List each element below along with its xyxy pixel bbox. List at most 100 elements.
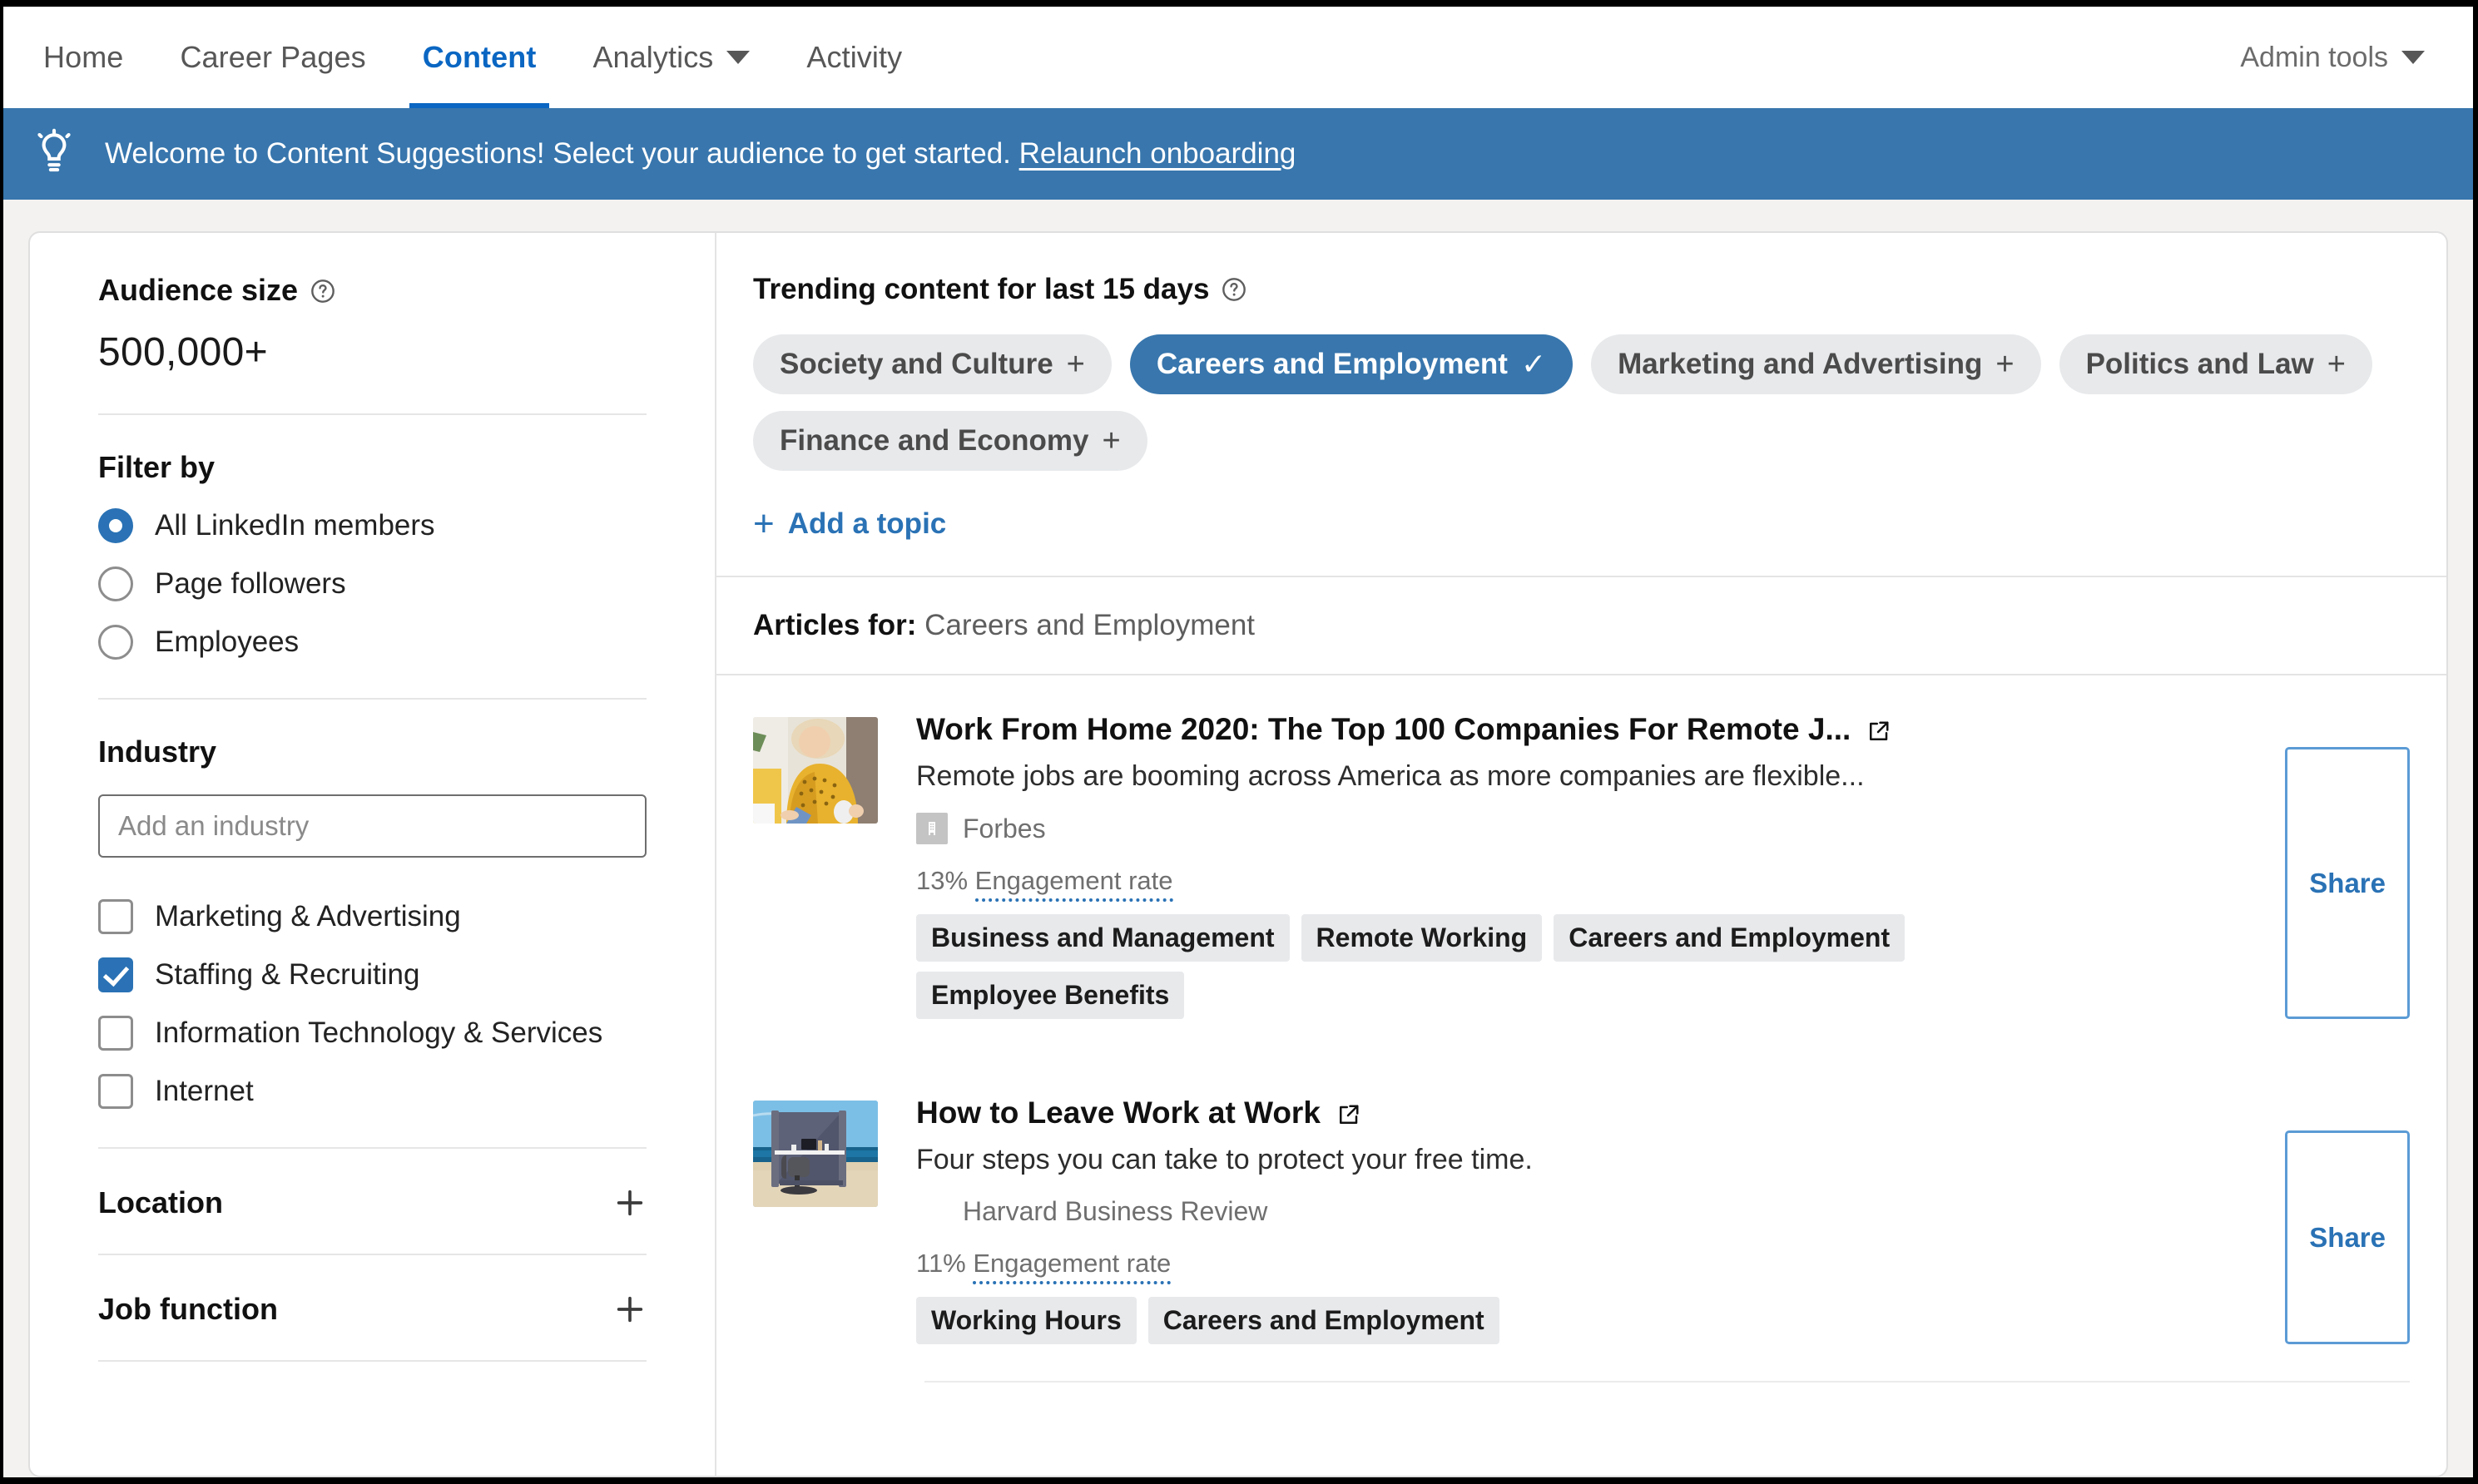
section-label: Job function	[98, 1292, 278, 1326]
plus-icon: +	[2327, 347, 2346, 382]
radio-all-linkedin-members[interactable]: All LinkedIn members	[98, 508, 647, 543]
article-title-text: How to Leave Work at Work	[916, 1096, 1321, 1130]
help-icon[interactable]	[310, 277, 336, 304]
plus-icon	[613, 1293, 647, 1326]
article-tag[interactable]: Working Hours	[916, 1297, 1137, 1344]
chevron-down-icon	[726, 51, 751, 64]
article-thumbnail-beach-office[interactable]	[753, 1101, 878, 1207]
nav-item-home[interactable]: Home	[43, 7, 151, 108]
trending-content-header: Trending content for last 15 days	[753, 273, 2401, 306]
topic-chip-society-and-culture[interactable]: Society and Culture +	[753, 334, 1112, 394]
plus-icon	[613, 1186, 647, 1219]
article-list: Work From Home 2020: The Top 100 Compani…	[716, 675, 2446, 1476]
topic-chip-careers-and-employment[interactable]: Careers and Employment ✓	[1129, 334, 1574, 394]
sidebar-divider	[98, 413, 647, 415]
article-body: Work From Home 2020: The Top 100 Compani…	[878, 712, 2202, 1019]
plus-icon: +	[1066, 347, 1085, 382]
radio-page-followers[interactable]: Page followers	[98, 566, 647, 601]
checkbox-information-technology-services[interactable]: Information Technology & Services	[98, 1016, 647, 1051]
publisher-logo-icon	[916, 813, 948, 844]
topic-chip-label: Careers and Employment	[1156, 348, 1508, 380]
sidebar-divider	[98, 698, 647, 700]
engagement-rate: 13% Engagement rate	[916, 866, 1173, 902]
publisher-name: Harvard Business Review	[963, 1196, 1268, 1226]
page-body: Audience size 500,000+ Filter by All Lin…	[3, 200, 2473, 1477]
help-icon[interactable]	[1221, 276, 1247, 303]
sidebar-section-location[interactable]: Location	[98, 1149, 647, 1254]
nav-item-career-pages[interactable]: Career Pages	[151, 7, 394, 108]
engagement-rate-value: 13%	[916, 866, 969, 895]
topic-chip-politics-and-law[interactable]: Politics and Law +	[2059, 334, 2372, 394]
article-body: How to Leave Work at Work Four steps you…	[878, 1096, 2202, 1344]
topic-chip-label: Society and Culture	[780, 348, 1053, 380]
article-title[interactable]: Work From Home 2020: The Top 100 Compani…	[916, 712, 2202, 747]
admin-tools-label: Admin tools	[2240, 41, 2388, 73]
onboarding-banner: Welcome to Content Suggestions! Select y…	[3, 108, 2473, 200]
radio-employees[interactable]: Employees	[98, 625, 647, 660]
engagement-rate-value: 11%	[916, 1249, 966, 1278]
checkbox-icon-checked	[98, 957, 133, 992]
filters-sidebar: Audience size 500,000+ Filter by All Lin…	[30, 233, 716, 1476]
nav-item-label: Activity	[806, 40, 903, 74]
article-tag-list: Business and Management Remote Working C…	[916, 914, 2081, 1019]
industry-search-input[interactable]	[98, 794, 647, 858]
topic-chip-marketing-and-advertising[interactable]: Marketing and Advertising +	[1591, 334, 2041, 394]
article-thumbnail-woman-laptop[interactable]	[753, 717, 878, 824]
checkbox-label: Staffing & Recruiting	[155, 958, 420, 991]
radio-icon-selected	[98, 508, 133, 543]
relaunch-onboarding-link[interactable]: Relaunch onboarding	[1019, 137, 1296, 170]
checkbox-internet[interactable]: Internet	[98, 1074, 647, 1109]
article-tag[interactable]: Employee Benefits	[916, 972, 1185, 1019]
top-navigation-bar: Home Career Pages Content Analytics Acti…	[3, 7, 2473, 108]
content-suggestions-card: Audience size 500,000+ Filter by All Lin…	[28, 231, 2448, 1477]
share-button[interactable]: Share	[2285, 747, 2410, 1019]
share-column: Share	[2202, 1096, 2410, 1344]
article-tag-list: Working Hours Careers and Employment	[916, 1297, 2081, 1344]
article-row: Work From Home 2020: The Top 100 Compani…	[716, 675, 2446, 1019]
nav-item-label: Analytics	[592, 40, 714, 74]
nav-item-label: Content	[422, 40, 537, 74]
plus-icon: +	[1102, 423, 1121, 458]
industry-label: Industry	[98, 735, 217, 769]
radio-icon	[98, 625, 133, 660]
banner-text: Welcome to Content Suggestions! Select y…	[105, 137, 1011, 170]
article-title[interactable]: How to Leave Work at Work	[916, 1096, 2202, 1130]
checkbox-staffing-recruiting[interactable]: Staffing & Recruiting	[98, 957, 647, 992]
share-button[interactable]: Share	[2285, 1130, 2410, 1344]
topic-chip-label: Politics and Law	[2085, 348, 2314, 380]
chevron-down-icon	[2401, 51, 2425, 64]
article-tag[interactable]: Careers and Employment	[1147, 1297, 1499, 1344]
nav-item-label: Home	[43, 40, 124, 74]
banner-message: Welcome to Content Suggestions! Select y…	[105, 137, 1296, 171]
external-link-icon[interactable]	[1336, 1101, 1360, 1125]
engagement-rate-label[interactable]: Engagement rate	[973, 1249, 1172, 1284]
share-column: Share	[2202, 712, 2410, 1019]
nav-item-content[interactable]: Content	[394, 7, 565, 108]
nav-item-analytics[interactable]: Analytics	[564, 7, 778, 108]
topic-chip-finance-and-economy[interactable]: Finance and Economy +	[753, 411, 1147, 471]
external-link-icon[interactable]	[1866, 717, 1891, 742]
nav-item-activity[interactable]: Activity	[778, 7, 930, 108]
plus-icon: +	[1995, 347, 2015, 382]
plus-icon: +	[753, 503, 775, 544]
engagement-rate-label[interactable]: Engagement rate	[974, 866, 1173, 902]
article-tag[interactable]: Remote Working	[1301, 914, 1543, 962]
main-content: Trending content for last 15 days Societ…	[716, 233, 2446, 1476]
checkbox-marketing-advertising[interactable]: Marketing & Advertising	[98, 899, 647, 934]
radio-label: Page followers	[155, 567, 346, 600]
section-label: Location	[98, 1185, 223, 1219]
admin-tools-menu[interactable]: Admin tools	[2240, 42, 2473, 74]
trending-topics-pane: Trending content for last 15 days Societ…	[716, 233, 2446, 576]
engagement-rate: 11% Engagement rate	[916, 1249, 1172, 1284]
topic-chip-list: Society and Culture + Careers and Employ…	[753, 334, 2401, 471]
add-topic-button[interactable]: + Add a topic	[753, 506, 946, 542]
articles-for-topic: Careers and Employment	[924, 609, 1256, 641]
sidebar-inner: Audience size 500,000+ Filter by All Lin…	[30, 273, 715, 1362]
checkbox-label: Internet	[155, 1075, 254, 1107]
sidebar-section-job-function[interactable]: Job function	[98, 1255, 647, 1360]
article-tag[interactable]: Careers and Employment	[1554, 914, 1906, 962]
filter-by-label: Filter by	[98, 450, 216, 484]
add-topic-label: Add a topic	[787, 507, 947, 540]
audience-size-header: Audience size	[98, 273, 647, 308]
article-tag[interactable]: Business and Management	[916, 914, 1290, 962]
